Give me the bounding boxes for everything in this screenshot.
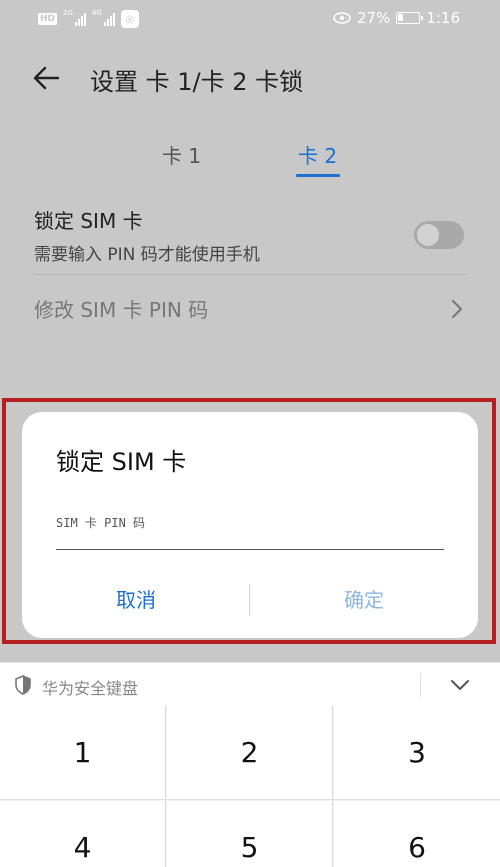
- key-3[interactable]: 3: [334, 706, 500, 800]
- key-1[interactable]: 1: [0, 706, 166, 800]
- network-tag-1: 2G: [63, 9, 73, 17]
- pin-input-placeholder: SIM 卡 PIN 码: [56, 516, 146, 530]
- clock: 1:16: [426, 9, 460, 27]
- lock-sim-toggle[interactable]: [414, 221, 464, 249]
- keyboard-header-divider: [420, 673, 421, 697]
- secure-keyboard-label: 华为安全键盘: [42, 679, 139, 698]
- change-pin-row[interactable]: 修改 SIM 卡 PIN 码: [34, 294, 466, 328]
- lock-sim-row: 锁定 SIM 卡 需要输入 PIN 码才能使用手机: [34, 205, 474, 271]
- signal-icon: [74, 12, 86, 26]
- toggle-knob: [417, 224, 439, 246]
- title-bar: 设置 卡 1/卡 2 卡锁: [0, 48, 500, 108]
- tab-active-indicator: [296, 174, 340, 177]
- eye-icon: [333, 12, 351, 24]
- shield-icon: [15, 675, 31, 695]
- battery-percent: 27%: [356, 9, 391, 27]
- status-right: 27% 1:16: [333, 9, 460, 27]
- signal-icon-2: [103, 12, 115, 26]
- key-6[interactable]: 6: [334, 801, 500, 867]
- tab-sim-2[interactable]: 卡 2: [296, 140, 340, 177]
- pin-input[interactable]: SIM 卡 PIN 码: [56, 510, 444, 550]
- hd-badge: HD: [38, 13, 58, 25]
- app-notification-icon: ◎: [120, 10, 139, 28]
- status-bar: HD 2G 4G ◎ 27% 1:16: [0, 0, 500, 38]
- tab-sim-1[interactable]: 卡 1: [162, 140, 201, 169]
- back-button[interactable]: [30, 62, 66, 94]
- network-tag-2: 4G: [91, 9, 102, 17]
- back-arrow-icon: [33, 66, 60, 90]
- chevron-right-icon: [452, 300, 462, 318]
- numeric-keypad: 1 2 3 4 5 6: [0, 706, 500, 867]
- lock-sim-subtitle: 需要输入 PIN 码才能使用手机: [34, 245, 260, 265]
- tab-sim-2-label: 卡 2: [298, 144, 338, 168]
- battery-icon: [396, 12, 424, 24]
- key-4[interactable]: 4: [0, 801, 166, 867]
- dialog-title: 锁定 SIM 卡: [56, 448, 187, 476]
- page-title: 设置 卡 1/卡 2 卡锁: [90, 68, 304, 96]
- change-pin-title: 修改 SIM 卡 PIN 码: [34, 298, 209, 322]
- lock-sim-dialog: 锁定 SIM 卡 SIM 卡 PIN 码 取消 确定: [22, 412, 478, 638]
- cancel-button[interactable]: 取消: [22, 578, 250, 622]
- keyboard-header: 华为安全键盘: [0, 662, 500, 706]
- status-left: HD 2G 4G ◎: [38, 9, 139, 28]
- chevron-down-icon[interactable]: [446, 675, 474, 695]
- lock-sim-title: 锁定 SIM 卡: [34, 209, 143, 233]
- confirm-button[interactable]: 确定: [250, 578, 478, 622]
- divider: [34, 274, 466, 275]
- key-2[interactable]: 2: [167, 706, 333, 800]
- sim-tabs: 卡 1 卡 2: [0, 140, 500, 180]
- key-5[interactable]: 5: [167, 801, 333, 867]
